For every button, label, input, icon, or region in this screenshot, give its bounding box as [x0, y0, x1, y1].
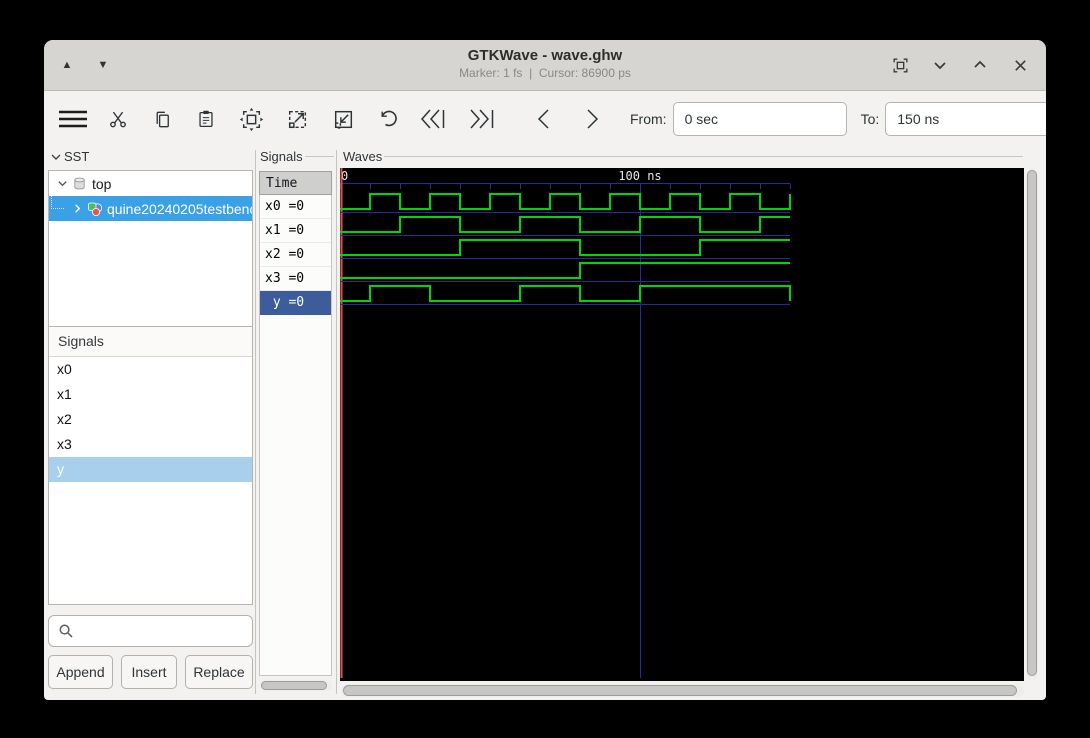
scrollbar-handle[interactable]: [343, 685, 1017, 696]
waveform-trace-x1: [340, 216, 790, 233]
scope-cylinder-icon: [74, 177, 85, 190]
from-label: From:: [630, 111, 667, 127]
zoom-out-button[interactable]: [320, 101, 366, 137]
minimize-button[interactable]: [928, 53, 952, 77]
waveform-trace-x2: [340, 239, 790, 256]
signal-value-row[interactable]: x3 =0: [260, 267, 331, 291]
close-icon: [1014, 59, 1026, 71]
menu-icon: [59, 110, 87, 128]
maximize-icon: [974, 60, 986, 68]
waves-frame-label: Waves: [343, 149, 1023, 164]
to-start-icon: [420, 109, 445, 129]
pane-down-button[interactable]: ▼: [92, 54, 114, 76]
gtkwave-window: ▲ ▼ GTKWave - wave.ghw Marker: 1 fs | Cu…: [44, 40, 1046, 700]
waves-hscrollbar[interactable]: [341, 684, 1024, 697]
close-button[interactable]: [1008, 53, 1032, 77]
back-button[interactable]: [520, 101, 568, 137]
sst-tree-item-top[interactable]: top: [49, 171, 252, 196]
signal-value-row[interactable]: x1 =0: [260, 219, 331, 243]
collapse-chevron-icon: [51, 154, 61, 160]
zoom-undo-button[interactable]: [366, 101, 410, 137]
sst-frame-label: SST: [50, 149, 254, 164]
to-start-button[interactable]: [410, 101, 458, 137]
signals-frame-label: Signals: [260, 149, 334, 164]
replace-button[interactable]: Replace: [185, 655, 253, 689]
list-item[interactable]: y: [49, 457, 252, 482]
search-icon: [59, 624, 73, 638]
waves-vscrollbar[interactable]: [1026, 168, 1038, 681]
signals-hscrollbar[interactable]: [260, 680, 332, 691]
pane-splitter[interactable]: [336, 150, 337, 694]
tree-guide-line: [51, 196, 64, 209]
to-label: To:: [860, 111, 880, 127]
back-icon: [537, 109, 549, 129]
module-icon: [88, 202, 103, 216]
list-item[interactable]: x1: [49, 382, 252, 407]
signal-value-rows: x0 =0 x1 =0 x2 =0 x3 =0 y =0: [260, 195, 331, 315]
undo-icon: [381, 110, 397, 127]
waveform-trace-x3: [340, 262, 790, 279]
signal-search-box: [48, 615, 266, 647]
paste-icon: [199, 110, 213, 127]
pane-down-icon: ▼: [97, 59, 109, 71]
maximize-button[interactable]: [968, 53, 992, 77]
signal-list-panel: Signals x0 x1 x2 x3 y: [48, 326, 253, 605]
scrollbar-handle[interactable]: [261, 681, 327, 690]
expander-open-icon[interactable]: [55, 178, 69, 189]
toolbar: From: To:: [44, 91, 1046, 147]
scrollbar-handle[interactable]: [1027, 170, 1037, 676]
waveform-trace-y: [340, 285, 791, 302]
titlebar: ▲ ▼ GTKWave - wave.ghw Marker: 1 fs | Cu…: [44, 40, 1046, 91]
zoom-in-icon: [288, 110, 306, 128]
zoom-fit-button[interactable]: [228, 101, 274, 137]
signal-value-row[interactable]: x2 =0: [260, 243, 331, 267]
cut-icon: [110, 111, 126, 128]
fit-window-button[interactable]: [888, 53, 912, 77]
pane-up-button[interactable]: ▲: [56, 54, 78, 76]
copy-traces-button[interactable]: [140, 101, 184, 137]
pane-splitter[interactable]: [255, 150, 256, 694]
paste-traces-button[interactable]: [184, 101, 228, 137]
cut-traces-button[interactable]: [96, 101, 140, 137]
svg-text:100 ns: 100 ns: [618, 169, 661, 183]
list-item[interactable]: x3: [49, 432, 252, 457]
pane-up-icon: ▲: [61, 59, 73, 71]
to-input[interactable]: [885, 102, 1046, 136]
zoom-out-icon: [334, 110, 352, 129]
signal-value-row[interactable]: y =0: [260, 291, 331, 315]
forward-button[interactable]: [568, 101, 616, 137]
zoom-fit-icon: [239, 107, 263, 131]
fit-window-icon: [892, 57, 908, 73]
forward-icon: [587, 109, 599, 129]
minimize-icon: [934, 62, 946, 70]
append-button[interactable]: Append: [48, 655, 113, 689]
to-end-button[interactable]: [458, 101, 506, 137]
sst-tree-item-testbench[interactable]: quine20240205testbench: [49, 196, 252, 221]
list-item[interactable]: x2: [49, 407, 252, 432]
wave-canvas[interactable]: 0 100 ns: [340, 168, 1024, 681]
to-end-icon: [470, 109, 494, 129]
insert-button[interactable]: Insert: [121, 655, 177, 689]
copy-icon: [156, 111, 169, 127]
time-column-header[interactable]: Time: [259, 171, 332, 195]
list-item[interactable]: x0: [49, 357, 252, 382]
from-input[interactable]: [672, 102, 847, 136]
signals-values-panel: x0 =0 x1 =0 x2 =0 x3 =0 y =0: [259, 195, 332, 676]
menu-button[interactable]: [50, 101, 96, 137]
signal-search-input[interactable]: [81, 622, 266, 640]
signal-list-header: Signals: [49, 327, 252, 357]
expander-closed-icon[interactable]: [70, 203, 84, 214]
signal-name-list: x0 x1 x2 x3 y: [49, 357, 252, 482]
signal-value-row[interactable]: x0 =0: [260, 195, 331, 219]
waveform-trace-x0: [340, 193, 791, 210]
zoom-in-button[interactable]: [274, 101, 320, 137]
